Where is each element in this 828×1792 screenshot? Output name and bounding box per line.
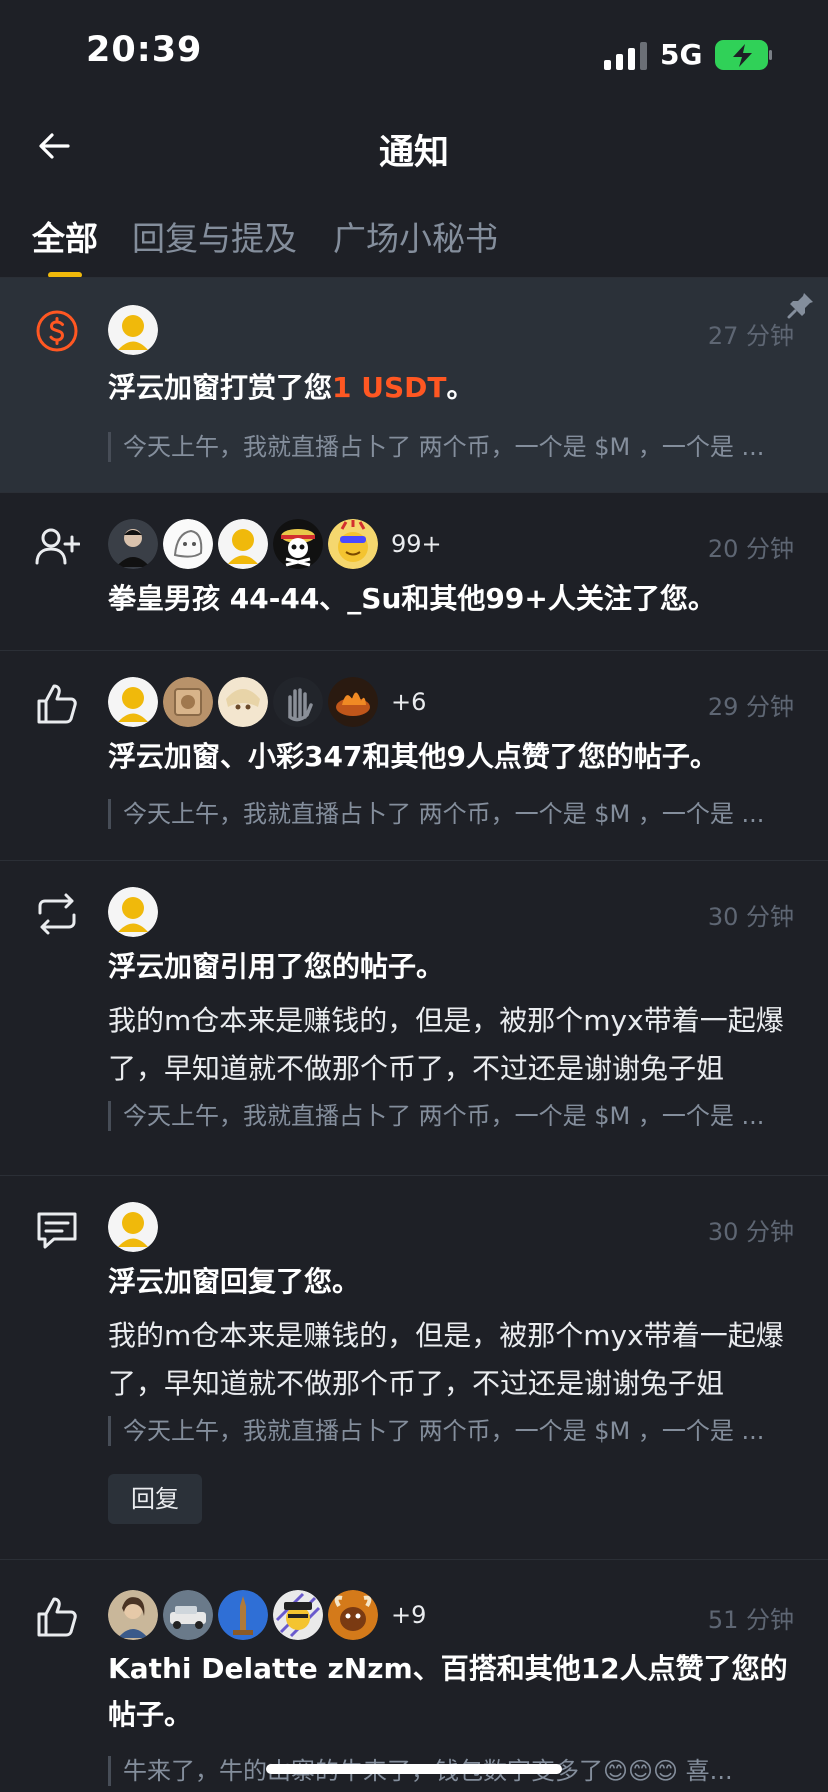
quoted-post-snippet[interactable]: 今天上午，我就直播占卜了 两个币，一个是 $M ，一个是 ... bbox=[108, 432, 798, 462]
avatar[interactable] bbox=[163, 677, 213, 727]
status-time: 20:39 bbox=[86, 30, 203, 70]
avatar[interactable] bbox=[108, 677, 158, 727]
more-count: 99+ bbox=[391, 530, 442, 558]
avatar[interactable] bbox=[273, 519, 323, 569]
avatar[interactable] bbox=[108, 519, 158, 569]
tab-all[interactable]: 全部 bbox=[32, 212, 98, 260]
repost-icon bbox=[38, 893, 76, 935]
tab-square-assistant[interactable]: 广场小秘书 bbox=[333, 212, 498, 260]
notification-item-like[interactable]: +6 29 分钟 浮云加窗、小彩347和其他9人点赞了您的帖子。 今天上午，我就… bbox=[0, 651, 828, 861]
notification-headline: 浮云加窗打赏了您1 USDT。 bbox=[108, 366, 798, 410]
avatar-group: 99+ bbox=[108, 519, 442, 569]
thumbs-up-icon bbox=[37, 1597, 77, 1637]
user-plus-icon bbox=[35, 528, 80, 565]
headline-suffix: 。 bbox=[446, 371, 475, 404]
more-count: +6 bbox=[391, 688, 427, 716]
avatar-group bbox=[108, 305, 163, 355]
notification-item-follow[interactable]: 99+ 20 分钟 拳皇男孩 44-44、_Su和其他99+人关注了您。 bbox=[0, 493, 828, 651]
dollar-circle-icon bbox=[36, 310, 78, 352]
avatar[interactable] bbox=[108, 305, 158, 355]
notification-headline: 拳皇男孩 44-44、_Su和其他99+人关注了您。 bbox=[108, 582, 716, 615]
notification-item-tip[interactable]: 27 分钟 浮云加窗打赏了您1 USDT。 今天上午，我就直播占卜了 两个币，一… bbox=[0, 278, 828, 493]
avatar[interactable] bbox=[163, 519, 213, 569]
avatar[interactable] bbox=[108, 1590, 158, 1640]
timestamp: 30 分钟 bbox=[707, 903, 794, 931]
avatar[interactable] bbox=[108, 1202, 158, 1252]
page-title: 通知 bbox=[378, 133, 449, 173]
reply-button[interactable]: 回复 bbox=[108, 1474, 202, 1524]
notification-headline: 浮云加窗引用了您的帖子。 bbox=[108, 950, 445, 983]
cellular-signal-icon bbox=[604, 42, 647, 70]
more-count: +9 bbox=[391, 1601, 427, 1629]
timestamp: 30 分钟 bbox=[707, 1218, 794, 1246]
reply-body-text: 我的m仓本来是赚钱的，但是，被那个myx带着一起爆了，早知道就不做那个币了，不过… bbox=[108, 1319, 784, 1400]
avatar-group: +6 bbox=[108, 677, 426, 727]
quoted-post-snippet[interactable]: 今天上午，我就直播占卜了 两个币，一个是 $M ，一个是 ... bbox=[108, 1101, 798, 1131]
timestamp: 20 分钟 bbox=[707, 535, 794, 563]
status-bar: 20:39 5G bbox=[0, 0, 828, 100]
thumbs-up-icon bbox=[37, 684, 77, 724]
quoted-post-snippet[interactable]: 今天上午，我就直播占卜了 两个币，一个是 $M ，一个是 ... bbox=[108, 1416, 798, 1446]
comment-icon bbox=[37, 1212, 77, 1249]
nav-header: 通知 bbox=[0, 100, 828, 192]
battery-charging-icon bbox=[715, 40, 772, 70]
notification-item-reply[interactable]: 30 分钟 浮云加窗回复了您。 我的m仓本来是赚钱的，但是，被那个myx带着一起… bbox=[0, 1176, 828, 1560]
avatar-group bbox=[108, 887, 163, 937]
avatar[interactable] bbox=[328, 519, 378, 569]
quote-body-text: 我的m仓本来是赚钱的，但是，被那个myx带着一起爆了，早知道就不做那个币了，不过… bbox=[108, 1004, 784, 1085]
timestamp: 51 分钟 bbox=[707, 1606, 794, 1634]
avatar[interactable] bbox=[273, 677, 323, 727]
headline-text: 浮云加窗打赏了您 bbox=[108, 371, 333, 404]
avatar[interactable] bbox=[218, 519, 268, 569]
home-indicator[interactable] bbox=[266, 1764, 562, 1774]
timestamp: 29 分钟 bbox=[707, 693, 794, 721]
avatar[interactable] bbox=[273, 1590, 323, 1640]
tip-amount: 1 USDT bbox=[332, 371, 447, 404]
avatar-group: +9 bbox=[108, 1590, 426, 1640]
avatar[interactable] bbox=[108, 887, 158, 937]
avatar[interactable] bbox=[218, 677, 268, 727]
avatar[interactable] bbox=[218, 1590, 268, 1640]
network-type: 5G bbox=[660, 38, 703, 71]
tab-replies-mentions[interactable]: 回复与提及 bbox=[132, 212, 297, 260]
notification-headline: Kathi Delatte zNzm、百搭和其他12人点赞了您的帖子。 bbox=[108, 1652, 788, 1731]
tab-bar: 全部 回复与提及 广场小秘书 bbox=[0, 200, 828, 278]
avatar[interactable] bbox=[328, 677, 378, 727]
timestamp: 27 分钟 bbox=[707, 322, 794, 350]
notification-headline: 浮云加窗、小彩347和其他9人点赞了您的帖子。 bbox=[108, 740, 718, 773]
notification-item-like[interactable]: +9 51 分钟 Kathi Delatte zNzm、百搭和其他12人点赞了您… bbox=[0, 1560, 828, 1792]
avatar[interactable] bbox=[163, 1590, 213, 1640]
notification-item-quote[interactable]: 30 分钟 浮云加窗引用了您的帖子。 我的m仓本来是赚钱的，但是，被那个myx带… bbox=[0, 861, 828, 1176]
avatar[interactable] bbox=[328, 1590, 378, 1640]
notification-headline: 浮云加窗回复了您。 bbox=[108, 1265, 361, 1298]
avatar-group bbox=[108, 1202, 163, 1252]
quoted-post-snippet[interactable]: 今天上午，我就直播占卜了 两个币，一个是 $M ，一个是 ... bbox=[108, 799, 798, 829]
